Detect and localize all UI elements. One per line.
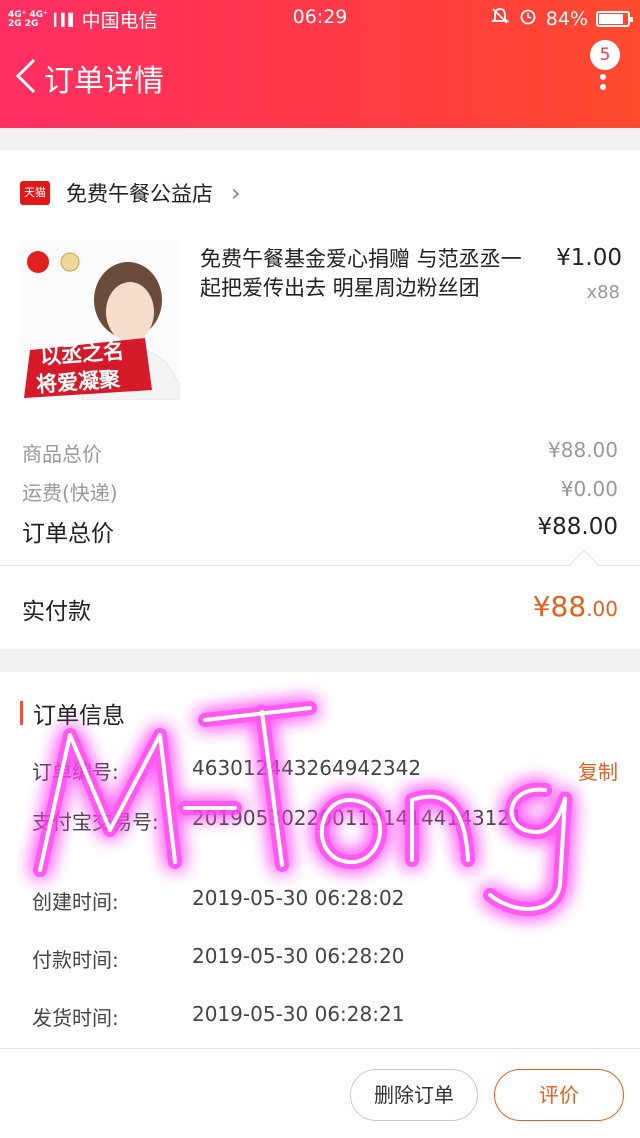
- more-menu-button[interactable]: 5: [584, 40, 620, 100]
- shipped-time-row: 发货时间: 2019-05-30 06:28:21: [32, 1002, 537, 1031]
- paid-amount-row: 实付款 ¥88.00: [0, 565, 640, 649]
- order-total-label: 订单总价: [22, 521, 114, 547]
- order-number-label: 订单编号:: [32, 760, 119, 784]
- order-number-value: 463012443264942342: [192, 756, 422, 780]
- order-total-row: 订单总价 ¥88.00: [22, 514, 618, 548]
- tmall-logo-icon: 天猫: [20, 181, 50, 205]
- shipping-label: 运费(快递): [22, 481, 118, 505]
- paid-time-label: 付款时间:: [32, 948, 119, 972]
- shipped-time-value: 2019-05-30 06:28:21: [192, 1002, 405, 1026]
- status-bar: 4G⁺ 4G⁺ 2G 2G ▎▍▌ 中国电信 06:29 84%: [0, 0, 640, 34]
- product-price: ¥1.00: [556, 245, 622, 271]
- battery-percent: 84%: [545, 7, 588, 30]
- rate-button[interactable]: 评价: [494, 1069, 624, 1121]
- bottom-action-bar: 删除订单 评价: [0, 1048, 640, 1138]
- shop-link[interactable]: 天猫 免费午餐公益店 ›: [20, 178, 241, 208]
- more-dot-icon: [600, 84, 606, 90]
- goods-total-value: ¥88.00: [548, 438, 618, 462]
- battery-fill: [599, 13, 623, 24]
- paid-time-value: 2019-05-30 06:28:20: [192, 944, 405, 968]
- section-accent-bar: [20, 701, 23, 725]
- back-arrow-icon[interactable]: [12, 56, 42, 96]
- shipped-time-label: 发货时间:: [32, 1006, 119, 1030]
- created-time-label: 创建时间:: [32, 890, 119, 914]
- shop-name: 免费午餐公益店: [66, 182, 213, 206]
- paid-label: 实付款: [22, 599, 91, 625]
- paid-time-row: 付款时间: 2019-05-30 06:28:20: [32, 944, 537, 973]
- app-header: 4G⁺ 4G⁺ 2G 2G ▎▍▌ 中国电信 06:29 84% 订单详情 5: [0, 0, 640, 128]
- alipay-trade-label: 支付宝交易号:: [32, 810, 159, 834]
- more-dot-icon: [600, 74, 606, 80]
- alarm-icon: [518, 6, 538, 31]
- shipping-value: ¥0.00: [560, 477, 618, 501]
- created-time-value: 2019-05-30 06:28:02: [192, 886, 405, 910]
- goods-total-label: 商品总价: [22, 442, 102, 466]
- status-right: 84%: [490, 6, 633, 31]
- product-title[interactable]: 免费午餐基金爱心捐赠 与范丞丞一起把爱传出去 明星周边粉丝团: [200, 245, 535, 303]
- order-total-value: ¥88.00: [537, 514, 618, 540]
- product-quantity: x88: [586, 282, 620, 303]
- order-info-heading: 订单信息: [20, 696, 125, 730]
- battery-icon: [596, 10, 633, 27]
- page-title: 订单详情: [44, 64, 164, 99]
- copy-order-number-button[interactable]: 复制: [578, 756, 618, 785]
- order-info-title: 订单信息: [33, 703, 125, 729]
- chevron-right-icon: ›: [231, 179, 241, 207]
- bell-muted-icon: [490, 6, 510, 31]
- delete-order-button[interactable]: 删除订单: [350, 1069, 478, 1121]
- order-number-row: 订单编号: 463012443264942342: [32, 756, 537, 785]
- shipping-row: 运费(快递) ¥0.00: [22, 477, 618, 506]
- product-image[interactable]: 以丞之名 将爱凝聚: [20, 240, 180, 400]
- product-image-caption-2: 将爱凝聚: [35, 367, 121, 397]
- paid-value: ¥88.00: [533, 590, 618, 623]
- alipay-trade-row: 支付宝交易号: 20190530220011914144143121: [32, 806, 532, 835]
- created-time-row: 创建时间: 2019-05-30 06:28:02: [32, 886, 537, 915]
- goods-total-row: 商品总价 ¥88.00: [22, 438, 618, 467]
- alipay-trade-value: 20190530220011914144143121: [192, 806, 523, 830]
- paid-value-cents: .00: [586, 597, 618, 621]
- message-count-badge: 5: [590, 40, 620, 70]
- paid-value-main: ¥88: [532, 590, 587, 623]
